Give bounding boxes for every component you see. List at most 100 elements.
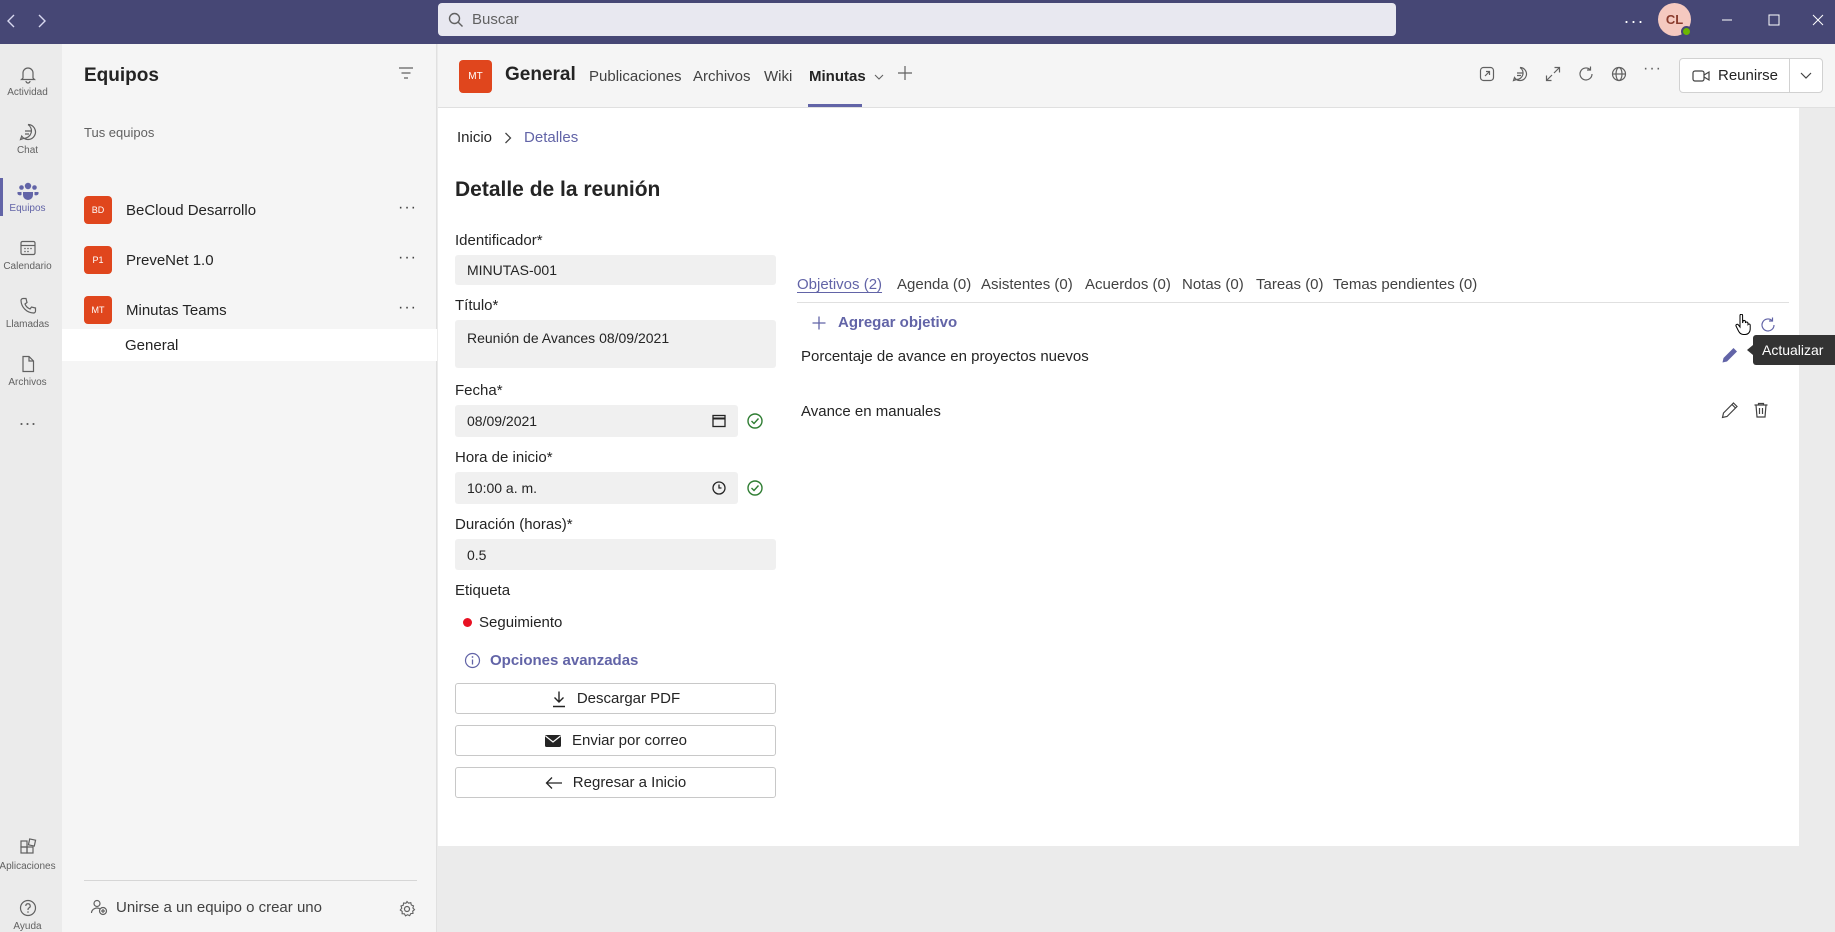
rail-label: Ayuda <box>13 921 42 932</box>
back-to-home-button[interactable]: Regresar a Inicio <box>455 767 776 798</box>
divider <box>84 880 417 881</box>
clock-icon[interactable] <box>711 480 727 496</box>
channel-item-general[interactable]: General <box>62 329 437 361</box>
id-field[interactable]: MINUTAS-001 <box>455 255 776 285</box>
time-field[interactable]: 10:00 a. m. <box>455 472 738 504</box>
send-email-button[interactable]: Enviar por correo <box>455 725 776 756</box>
date-field[interactable]: 08/09/2021 <box>455 405 738 437</box>
rail-item-actividad[interactable]: Actividad <box>0 52 55 110</box>
expand-icon[interactable] <box>1544 65 1562 83</box>
main-area: MT General Publicaciones Archivos Wiki M… <box>438 44 1835 932</box>
close-icon[interactable] <box>1795 6 1835 34</box>
rail-item-llamadas[interactable]: Llamadas <box>0 284 55 342</box>
tag-selector[interactable]: Seguimiento <box>463 614 562 631</box>
teams-panel: Equipos Tus equipos BD BeCloud Desarroll… <box>62 44 437 932</box>
time-label: Hora de inicio* <box>455 449 553 466</box>
tab-minutas-label: Minutas <box>809 68 866 85</box>
help-icon <box>18 898 38 921</box>
avatar[interactable]: CL <box>1658 3 1692 37</box>
more-options-icon[interactable]: ··· <box>1620 8 1648 34</box>
more-options-icon[interactable]: ··· <box>398 299 417 317</box>
add-tab-icon[interactable] <box>896 64 914 82</box>
popout-icon[interactable] <box>1478 65 1496 83</box>
meet-dropdown-chevron-down-icon[interactable] <box>1790 72 1822 80</box>
breadcrumb-home-link[interactable]: Inicio <box>457 129 492 146</box>
tab-minutas[interactable]: Minutas <box>809 68 884 85</box>
channel-header: MT General Publicaciones Archivos Wiki M… <box>438 44 1835 108</box>
duration-label: Duración (horas)* <box>455 516 573 533</box>
refresh-icon[interactable] <box>1759 316 1777 334</box>
team-avatar: MT <box>84 296 112 324</box>
tab-agenda[interactable]: Agenda (0) <box>897 276 971 293</box>
more-options-icon[interactable]: ··· <box>398 199 417 217</box>
team-item[interactable]: MT Minutas Teams ··· <box>62 287 437 333</box>
info-icon <box>464 652 490 669</box>
objective-text: Porcentaje de avance en proyectos nuevos <box>801 347 1089 365</box>
rail-item-chat[interactable]: Chat <box>0 110 55 168</box>
duration-field[interactable]: 0.5 <box>455 539 776 570</box>
globe-icon[interactable] <box>1610 65 1628 83</box>
tab-asistentes[interactable]: Asistentes (0) <box>981 276 1073 293</box>
add-objective-button[interactable]: Agregar objetivo <box>811 314 957 331</box>
rail-label: Calendario <box>3 261 52 272</box>
plus-icon <box>811 315 838 331</box>
breadcrumb: Inicio Detalles <box>457 129 578 146</box>
refresh-icon[interactable] <box>1577 65 1595 83</box>
rail-label: Archivos <box>8 377 47 388</box>
tab-publicaciones[interactable]: Publicaciones <box>589 68 682 85</box>
minimize-icon[interactable] <box>1704 6 1750 34</box>
calendar-icon[interactable] <box>711 413 727 429</box>
date-label: Fecha* <box>455 382 503 399</box>
tab-wiki[interactable]: Wiki <box>764 68 792 85</box>
phone-icon <box>18 296 38 319</box>
channel-title: General <box>505 64 576 85</box>
duration-value: 0.5 <box>467 546 487 563</box>
more-options-icon[interactable]: ··· <box>398 249 417 267</box>
meet-now-button[interactable]: Reunirse <box>1680 59 1790 92</box>
tab-notas[interactable]: Notas (0) <box>1182 276 1244 293</box>
more-apps-icon[interactable]: ··· <box>0 394 55 452</box>
edit-pencil-icon[interactable] <box>1721 401 1739 419</box>
search-input[interactable]: Buscar <box>438 3 1396 36</box>
rail-item-archivos[interactable]: Archivos <box>0 342 55 400</box>
id-label: Identificador* <box>455 232 543 249</box>
chat-icon <box>18 122 38 145</box>
chevron-right-icon <box>504 132 512 144</box>
send-email-label: Enviar por correo <box>571 732 688 749</box>
gear-icon[interactable] <box>398 900 416 918</box>
tab-acuerdos[interactable]: Acuerdos (0) <box>1085 276 1171 293</box>
back-arrow-icon[interactable] <box>1 10 23 32</box>
objective-text: Avance en manuales <box>801 402 941 420</box>
download-pdf-button[interactable]: Descargar PDF <box>455 683 776 714</box>
rail-item-aplicaciones[interactable]: Aplicaciones <box>0 826 56 884</box>
title-bar: Buscar ··· CL <box>0 0 1835 44</box>
channel-name: General <box>125 336 179 354</box>
team-avatar: BD <box>84 196 112 224</box>
tab-archivos[interactable]: Archivos <box>693 68 751 85</box>
more-options-icon[interactable]: ··· <box>1643 60 1662 78</box>
edit-pencil-icon[interactable] <box>1721 346 1739 364</box>
title-field[interactable]: Reunión de Avances 08/09/2021 <box>455 320 776 368</box>
tab-objetivos[interactable]: Objetivos (2) <box>797 276 882 293</box>
app-rail: Actividad Chat Equipos Calendario Llamad… <box>0 44 62 932</box>
panel-title: Equipos <box>84 65 159 86</box>
rail-item-equipos[interactable]: Equipos <box>0 168 55 226</box>
page-title: Detalle de la reunión <box>455 178 661 201</box>
conversation-icon[interactable] <box>1511 65 1529 83</box>
trash-icon[interactable] <box>1752 401 1770 419</box>
breadcrumb-current[interactable]: Detalles <box>524 129 578 146</box>
meet-button-group: Reunirse <box>1679 58 1823 93</box>
rail-item-ayuda[interactable]: Ayuda <box>0 886 55 932</box>
advanced-options-link[interactable]: Opciones avanzadas <box>464 652 638 669</box>
filter-icon[interactable] <box>398 66 414 80</box>
tab-tareas[interactable]: Tareas (0) <box>1256 276 1324 293</box>
rail-item-calendario[interactable]: Calendario <box>0 226 55 284</box>
forward-arrow-icon[interactable] <box>30 10 52 32</box>
join-team-button[interactable]: Unirse a un equipo o crear uno <box>90 898 322 916</box>
maximize-icon[interactable] <box>1751 6 1797 34</box>
team-item[interactable]: BD BeCloud Desarrollo ··· <box>62 187 437 233</box>
objective-row: Avance en manuales <box>801 396 1791 426</box>
team-item[interactable]: P1 PreveNet 1.0 ··· <box>62 237 437 283</box>
tab-temas-pendientes[interactable]: Temas pendientes (0) <box>1333 276 1477 293</box>
active-tab-indicator <box>808 104 862 107</box>
